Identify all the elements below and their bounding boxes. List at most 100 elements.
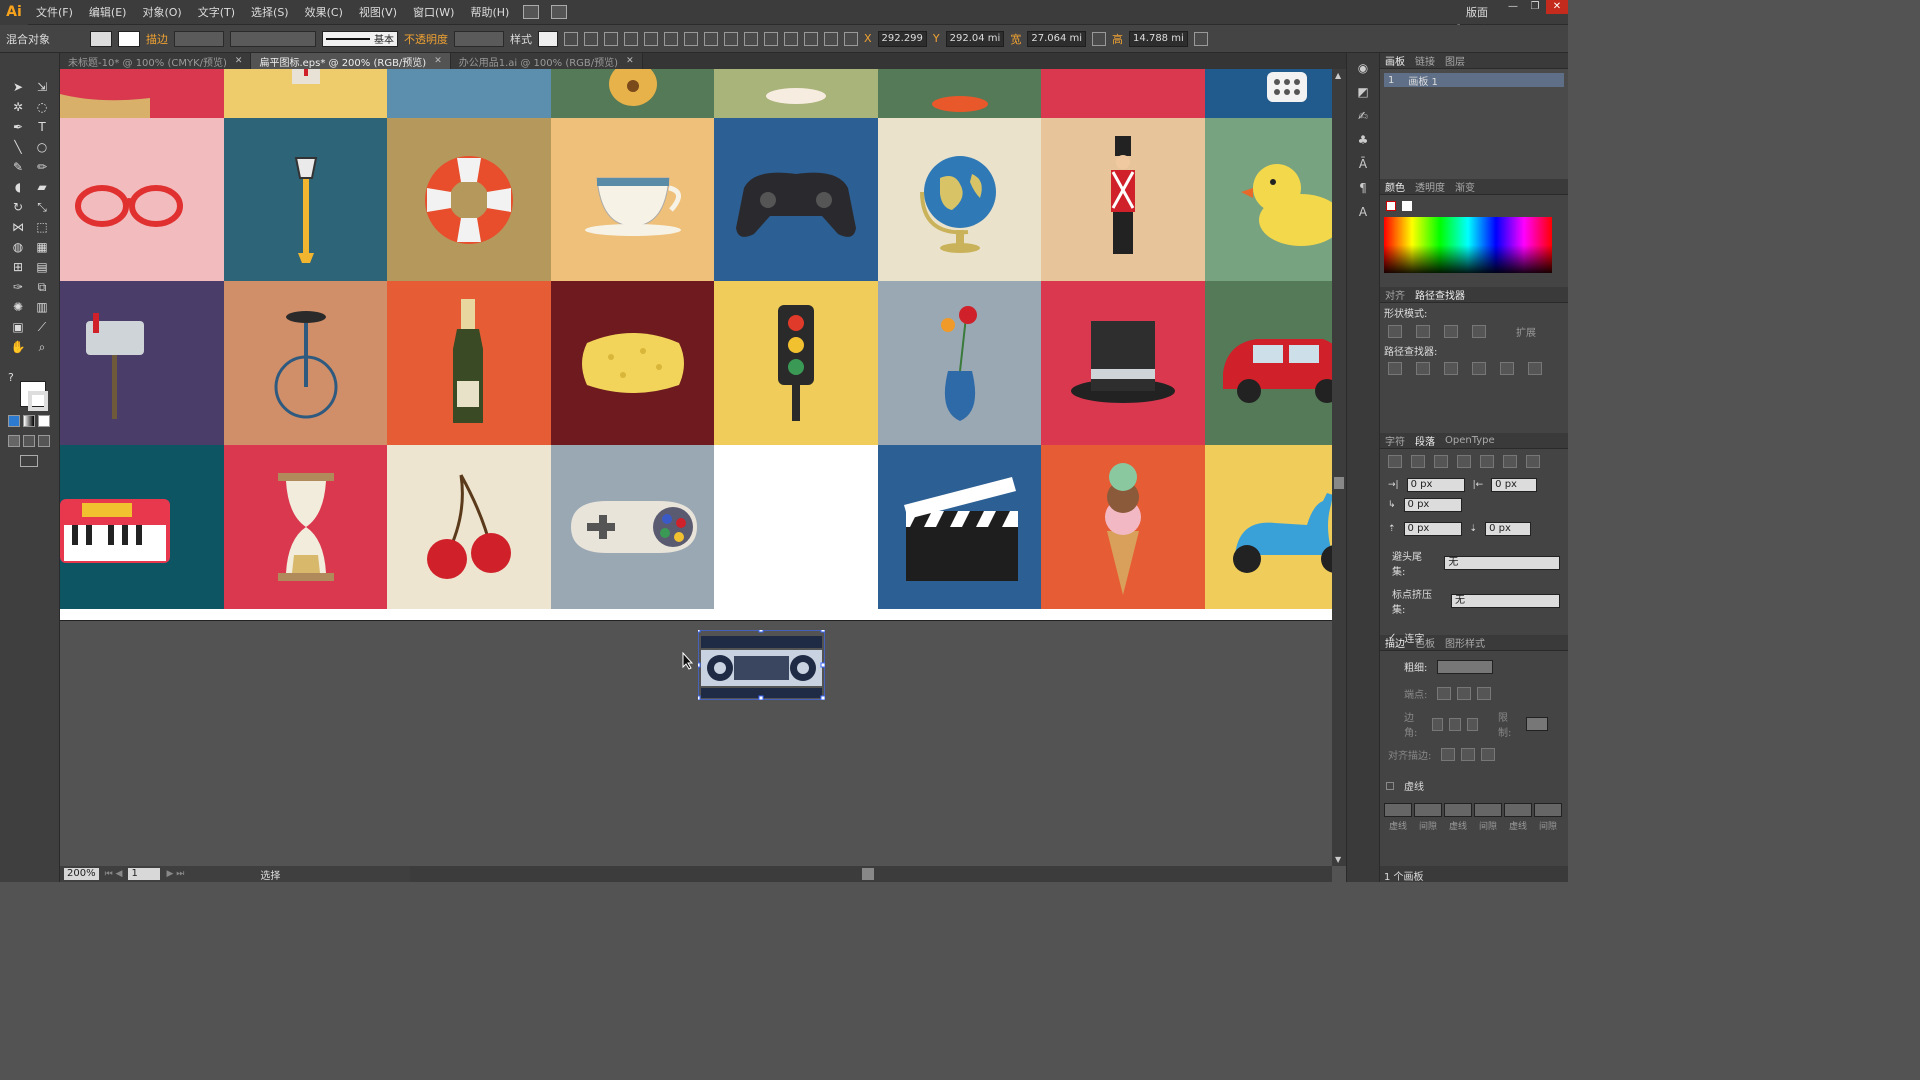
menu-effect[interactable]: 效果(C)	[297, 0, 351, 25]
align-center-icon[interactable]	[624, 31, 638, 46]
align-left-icon[interactable]	[604, 31, 618, 46]
tab-artboards[interactable]: 画板	[1380, 53, 1410, 68]
tab-opentype[interactable]: OpenType	[1440, 435, 1500, 446]
icon-cell[interactable]	[1041, 281, 1205, 445]
icon-cell[interactable]	[877, 281, 1042, 445]
eraser-tool-icon[interactable]: ▰	[30, 177, 54, 197]
line-tool-icon[interactable]: ╲	[6, 137, 30, 157]
dash-field-3[interactable]	[1504, 803, 1532, 817]
hyphenate-checkbox[interactable]: ✓	[1388, 632, 1396, 643]
mesh-tool-icon[interactable]: ⊞	[6, 257, 30, 277]
align-bottom-icon[interactable]	[704, 31, 718, 46]
intersect-icon[interactable]	[1444, 325, 1458, 338]
lasso-tool-icon[interactable]: ◌	[30, 97, 54, 117]
gap-field-3[interactable]	[1534, 803, 1562, 817]
scale-tool-icon[interactable]: ⤡	[30, 197, 54, 217]
icon-cell[interactable]	[223, 444, 388, 609]
tab-character[interactable]: 字符	[1380, 433, 1410, 448]
gradient-tool-icon[interactable]: ▤	[30, 257, 54, 277]
icon-cell[interactable]	[223, 117, 388, 282]
icon-cell[interactable]	[1204, 281, 1332, 445]
icon-cell[interactable]	[60, 281, 224, 445]
menu-help[interactable]: 帮助(H)	[462, 0, 517, 25]
distribute-bottom-icon[interactable]	[764, 31, 778, 46]
expand-button[interactable]: 扩展	[1516, 324, 1536, 339]
glyphs-icon[interactable]: A	[1354, 205, 1372, 221]
icon-cell[interactable]	[550, 117, 715, 282]
stroke-color-swatch[interactable]	[28, 391, 48, 411]
restore-button[interactable]: ❐	[1524, 0, 1546, 14]
horizontal-scrollbar[interactable]	[410, 866, 1332, 882]
transform-icon[interactable]	[1193, 31, 1208, 46]
distribute-middle-icon[interactable]	[744, 31, 758, 46]
minimize-button[interactable]: —	[1502, 0, 1524, 14]
gap-field-1[interactable]	[1414, 803, 1442, 817]
draw-normal-icon[interactable]	[8, 435, 20, 447]
icon-cell[interactable]	[223, 281, 388, 445]
close-button[interactable]: ✕	[1546, 0, 1568, 14]
symbol-sprayer-tool-icon[interactable]: ✺	[6, 297, 30, 317]
direct-selection-tool-icon[interactable]: ⇲	[30, 77, 54, 97]
menu-view[interactable]: 视图(V)	[351, 0, 405, 25]
icon-cell[interactable]	[550, 281, 715, 445]
icon-cell[interactable]	[877, 117, 1042, 282]
opacity-label[interactable]: 不透明度	[404, 31, 448, 47]
x-field[interactable]: 292.299	[877, 30, 927, 47]
none-swatch[interactable]	[1386, 201, 1396, 211]
align-top-icon[interactable]	[664, 31, 678, 46]
magic-wand-tool-icon[interactable]: ✲	[6, 97, 30, 117]
icon-cell[interactable]	[387, 117, 551, 282]
doc-tab-1[interactable]: 未标题-10* @ 100% (CMYK/预览) ✕	[60, 53, 252, 69]
canvas-area[interactable]	[60, 69, 1332, 866]
icon-cell[interactable]	[223, 69, 388, 118]
icon-cell[interactable]	[877, 69, 1042, 118]
pencil-tool-icon[interactable]: ✏	[30, 157, 54, 177]
color-mode-icon[interactable]	[8, 415, 20, 427]
tab-paragraph[interactable]: 段落	[1410, 433, 1440, 448]
fill-swatch[interactable]	[90, 30, 112, 47]
graphic-styles-icon[interactable]: ◩	[1354, 85, 1372, 101]
close-icon[interactable]: ✕	[235, 56, 243, 66]
icon-cell[interactable]	[60, 444, 224, 609]
gradient-mode-icon[interactable]	[23, 415, 35, 427]
exclude-icon[interactable]	[1472, 325, 1486, 338]
icon-cell[interactable]	[1204, 69, 1332, 118]
character-styles-icon[interactable]: Ā	[1354, 157, 1372, 173]
hand-tool-icon[interactable]: ✋	[6, 337, 30, 357]
y-field[interactable]: 292.04 mi	[945, 30, 1005, 47]
icon-cell[interactable]	[387, 69, 551, 118]
icon-cell[interactable]	[1041, 444, 1205, 609]
icon-cell[interactable]	[1041, 117, 1205, 282]
butt-cap-icon[interactable]	[1437, 687, 1452, 700]
tab-pathfinder[interactable]: 路径查找器	[1410, 287, 1470, 302]
scroll-up-icon[interactable]: ▲	[1335, 71, 1341, 80]
align-left-text-icon[interactable]	[1388, 455, 1402, 468]
type-tool-icon[interactable]: T	[30, 117, 54, 137]
vertical-scrollbar[interactable]: ▲ ▼	[1332, 69, 1346, 866]
blend-tool-icon[interactable]: ⧉	[30, 277, 54, 297]
eyedropper-tool-icon[interactable]: ✑	[6, 277, 30, 297]
pen-tool-icon[interactable]: ✒	[6, 117, 30, 137]
vertical-scroll-thumb[interactable]	[1334, 477, 1344, 489]
tab-links[interactable]: 链接	[1410, 53, 1440, 68]
icon-cell[interactable]	[714, 69, 878, 118]
square-cap-icon[interactable]	[1477, 687, 1492, 700]
stroke-swatch[interactable]	[118, 30, 140, 47]
slice-tool-icon[interactable]: ⟋	[30, 317, 54, 337]
weight-field[interactable]	[1437, 659, 1494, 674]
doc-tab-2[interactable]: 扁平图标.eps* @ 200% (RGB/预览) ✕	[251, 53, 451, 69]
icon-cell[interactable]	[714, 281, 878, 445]
menu-object[interactable]: 对象(O)	[134, 0, 189, 25]
link-proportions-icon[interactable]	[1092, 31, 1107, 46]
justify-right-icon[interactable]	[1503, 455, 1517, 468]
space-before-field[interactable]: 0 px	[1403, 522, 1462, 536]
column-graph-tool-icon[interactable]: ▥	[30, 297, 54, 317]
color-spectrum[interactable]	[1384, 217, 1552, 273]
width-tool-icon[interactable]: ⋈	[6, 217, 30, 237]
icon-cell[interactable]	[60, 69, 224, 118]
height-field[interactable]: 14.788 mi	[1129, 30, 1188, 47]
white-swatch[interactable]	[1402, 201, 1412, 211]
symbols-icon[interactable]: ♣	[1354, 133, 1372, 149]
close-icon[interactable]: ✕	[434, 56, 442, 66]
align-stroke-inside-icon[interactable]	[1461, 748, 1476, 761]
